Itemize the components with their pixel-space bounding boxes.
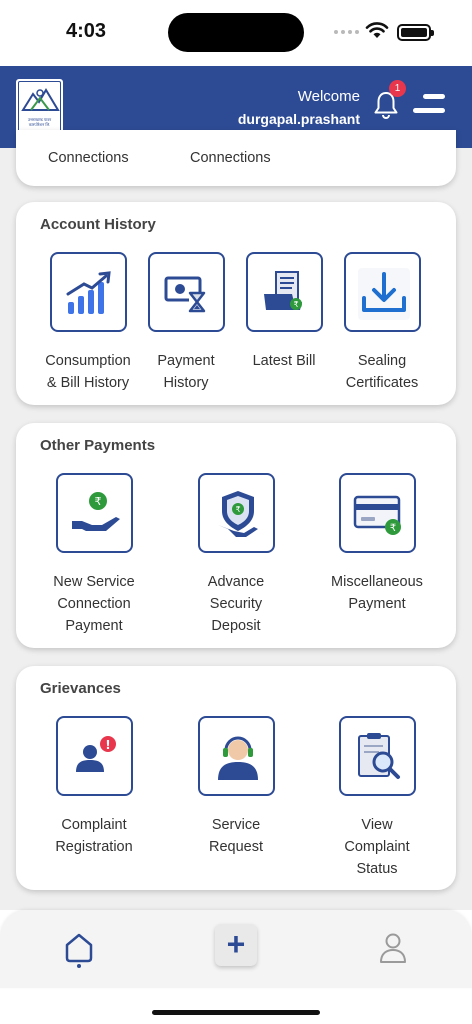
misc-payment-line2: Payment <box>348 596 406 612</box>
latest-bill-label: Latest Bill <box>252 353 316 369</box>
user-alert-icon: ! <box>75 736 116 772</box>
cash-hourglass-icon <box>164 276 205 313</box>
advance-security-line1: Advance <box>207 574 265 590</box>
grievances-card: Grievances ! Complaint Registration Servi… <box>16 666 456 890</box>
sealing-label-line2: Certificates <box>345 375 419 391</box>
company-logo: उत्तराखण्ड पावर कारपोरेशन लि. <box>16 79 63 134</box>
grievances-title: Grievances <box>40 680 121 697</box>
sealing-label-line1: Sealing <box>357 353 407 369</box>
new-service-line1: New Service <box>53 574 135 590</box>
svg-text:₹: ₹ <box>389 523 395 534</box>
mountain-logo-icon <box>21 88 60 111</box>
battery-icon <box>397 24 434 41</box>
svg-text:!: ! <box>105 738 110 752</box>
connections-label-1[interactable]: Connections <box>48 150 129 166</box>
other-payments-title: Other Payments <box>40 437 156 454</box>
bottom-navigation: + <box>0 910 472 1024</box>
payment-history-line2: History <box>163 375 209 391</box>
miscellaneous-payment-button[interactable]: ₹ Miscellaneous Payment <box>315 473 439 615</box>
download-icon <box>357 268 410 320</box>
advance-security-line2: Security <box>209 596 263 612</box>
view-status-line3: Status <box>356 861 398 877</box>
advance-security-line3: Deposit <box>211 618 261 634</box>
payment-history-button[interactable]: Payment History <box>136 252 236 394</box>
profile-icon[interactable] <box>379 932 407 964</box>
view-status-line2: Complaint <box>344 839 410 855</box>
cellular-signal-icon <box>334 30 359 34</box>
svg-text:₹: ₹ <box>94 495 101 508</box>
new-service-line3: Payment <box>65 618 123 634</box>
account-history-title: Account History <box>40 216 156 233</box>
bar-chart-growth-icon <box>66 271 111 314</box>
connections-card: Connections Connections <box>16 130 456 186</box>
consumption-label-line1: Consumption <box>45 353 131 369</box>
wifi-icon <box>365 22 389 38</box>
headset-agent-icon <box>217 736 258 780</box>
username-text: durgapal.prashant <box>237 111 360 127</box>
view-status-line1: View <box>361 817 393 833</box>
service-request-line2: Request <box>208 839 263 855</box>
new-service-line2: Connection <box>57 596 131 612</box>
svg-text:₹: ₹ <box>235 505 240 514</box>
notification-badge: 1 <box>389 80 406 97</box>
hand-rupee-icon: ₹ <box>71 492 120 531</box>
plus-button[interactable]: + <box>215 924 257 966</box>
shield-rupee-icon: ₹ <box>217 491 258 537</box>
svg-text:₹: ₹ <box>293 300 298 309</box>
view-complaint-status-button[interactable]: View Complaint Status <box>315 716 439 880</box>
home-indicator <box>152 1010 320 1015</box>
complaint-registration-line1: Complaint <box>61 817 127 833</box>
welcome-text: Welcome <box>297 88 360 105</box>
advance-security-deposit-button[interactable]: ₹ Advance Security Deposit <box>174 473 298 637</box>
new-service-connection-payment-button[interactable]: ₹ New Service Connection Payment <box>32 473 156 637</box>
status-time: 4:03 <box>66 20 107 42</box>
payment-history-line1: Payment <box>157 353 215 369</box>
sealing-certificates-button[interactable]: Sealing Certificates <box>332 252 432 394</box>
connections-label-2[interactable]: Connections <box>190 150 271 166</box>
misc-payment-line1: Miscellaneous <box>331 574 423 590</box>
account-history-card: Account History Consumption & Bill Histor… <box>16 202 456 405</box>
complaint-registration-line2: Registration <box>55 839 133 855</box>
status-bar: 4:03 <box>0 0 472 66</box>
clipboard-search-icon <box>357 733 400 779</box>
service-request-line1: Service <box>211 817 261 833</box>
complaint-registration-button[interactable]: ! Complaint Registration <box>32 716 156 858</box>
logo-text: उत्तराखण्ड पावर कारपोरेशन लि. <box>27 117 52 127</box>
consumption-label-line2: & Bill History <box>46 375 130 391</box>
bill-receipt-icon: ₹ <box>263 271 302 310</box>
card-rupee-icon: ₹ <box>353 495 401 535</box>
latest-bill-button[interactable]: ₹ Latest Bill <box>234 252 334 372</box>
home-icon[interactable] <box>62 930 96 968</box>
dynamic-island <box>168 13 304 52</box>
service-request-button[interactable]: Service Request <box>174 716 298 858</box>
consumption-bill-history-button[interactable]: Consumption & Bill History <box>38 252 138 394</box>
other-payments-card: Other Payments ₹ New Service Connection Pa… <box>16 423 456 648</box>
menu-button[interactable] <box>413 94 445 116</box>
